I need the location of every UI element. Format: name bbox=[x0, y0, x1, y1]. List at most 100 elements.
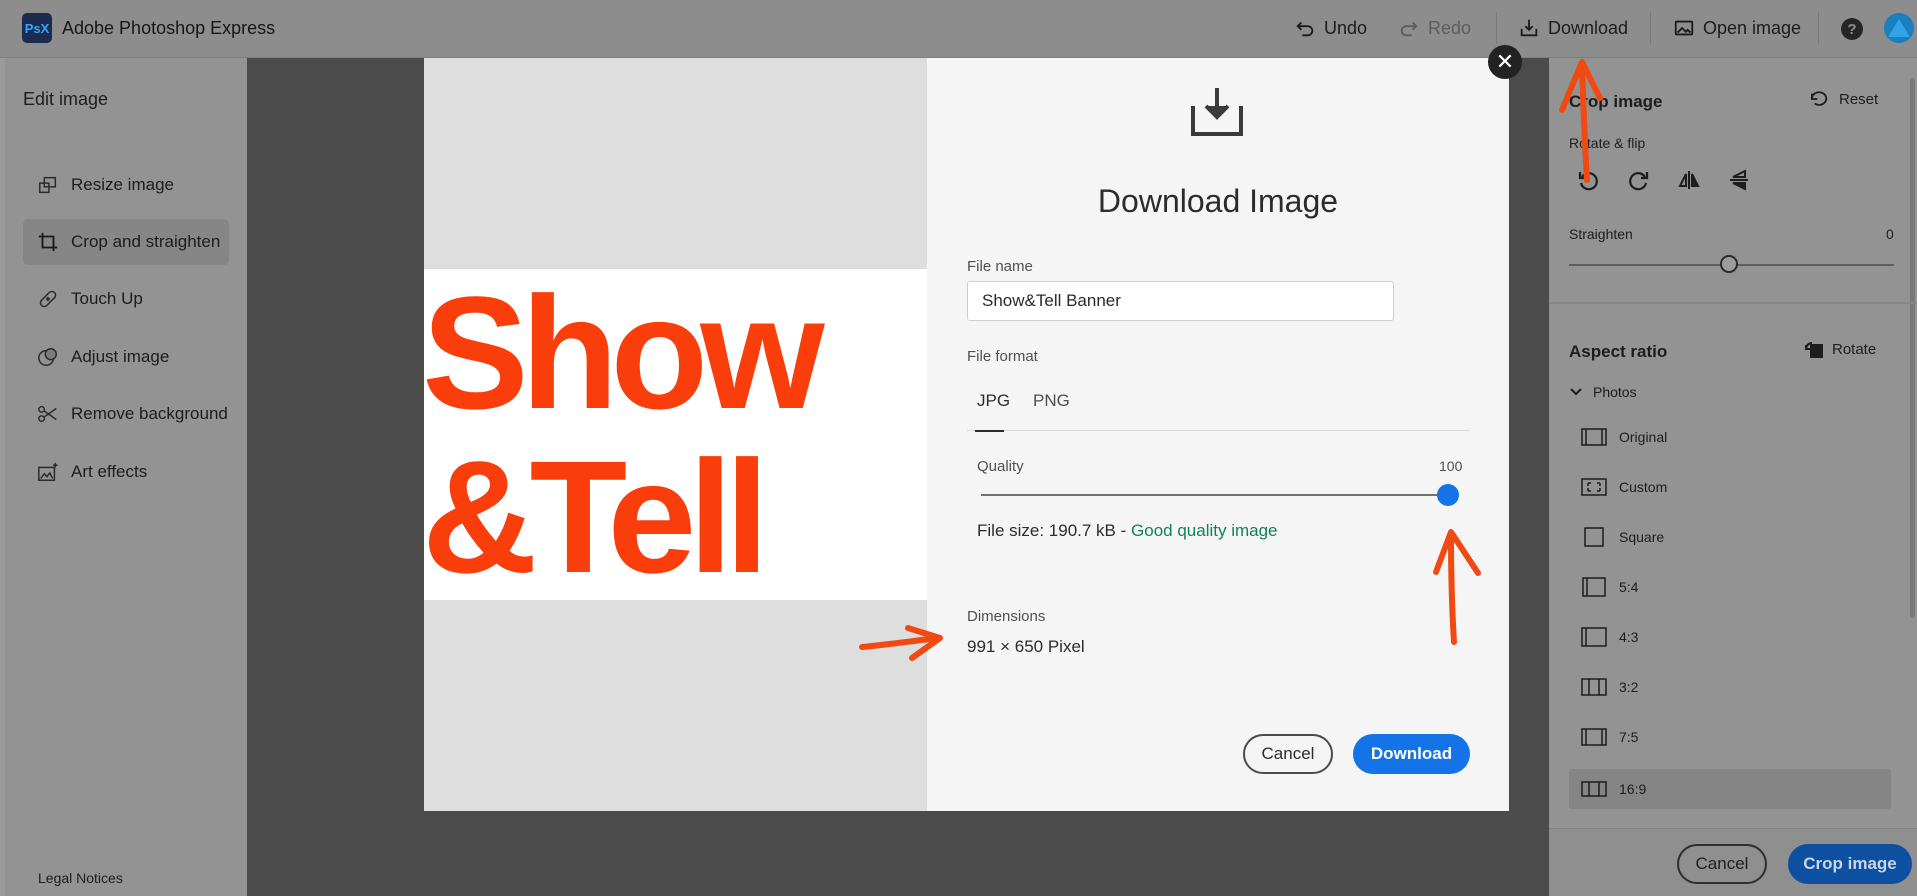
reset-icon bbox=[1810, 91, 1828, 106]
ratio-square-icon bbox=[1584, 527, 1604, 547]
aspect-ratio-3-2[interactable]: 3:2 bbox=[1569, 667, 1891, 707]
aspect-ratio-square[interactable]: Square bbox=[1569, 517, 1891, 557]
aspect-ratio-7-5[interactable]: 7:5 bbox=[1569, 717, 1891, 757]
edit-item-crop[interactable]: Crop and straighten bbox=[23, 219, 229, 265]
straighten-label: Straighten bbox=[1569, 226, 1633, 242]
quality-slider[interactable] bbox=[981, 494, 1450, 496]
art-effects-icon bbox=[38, 462, 58, 481]
help-icon[interactable]: ? bbox=[1841, 18, 1863, 40]
edit-item-label: Touch Up bbox=[71, 289, 143, 308]
ratio-label: Square bbox=[1619, 529, 1665, 545]
edit-item-label: Remove background bbox=[71, 404, 228, 423]
download-dialog: Show &Tell bbox=[424, 58, 1509, 811]
open-image-label: Open image bbox=[1703, 17, 1802, 38]
ratio-5-4-icon bbox=[1582, 577, 1606, 597]
quality-note: Good quality image bbox=[1131, 521, 1278, 540]
quality-slider-thumb[interactable] bbox=[1437, 484, 1459, 506]
top-bar: PsX Adobe Photoshop Express Undo Redo Do… bbox=[0, 0, 1917, 58]
app-logo: PsX bbox=[22, 13, 52, 43]
redo-button[interactable]: Redo bbox=[1398, 16, 1471, 40]
file-name-label: File name bbox=[967, 258, 1033, 275]
reset-button[interactable]: Reset bbox=[1809, 90, 1878, 108]
ratio-7-5-icon bbox=[1581, 728, 1607, 746]
rotate-ratio-button[interactable]: Rotate bbox=[1804, 340, 1876, 358]
banner-text-line1: Show bbox=[424, 269, 825, 442]
crop-cancel-button[interactable]: Cancel bbox=[1677, 844, 1767, 884]
aspect-ratio-16-9[interactable]: 16:9 bbox=[1569, 769, 1891, 809]
ratio-16-9-icon bbox=[1581, 781, 1607, 797]
toolbar-divider bbox=[1496, 12, 1497, 44]
image-icon bbox=[1674, 20, 1694, 36]
rotate-left-icon[interactable] bbox=[1576, 168, 1600, 192]
panel-scrollbar[interactable] bbox=[1910, 78, 1915, 618]
section-divider bbox=[1549, 302, 1917, 304]
open-image-button[interactable]: Open image bbox=[1673, 16, 1801, 40]
redo-label: Redo bbox=[1428, 17, 1472, 38]
flip-horizontal-icon[interactable] bbox=[1677, 168, 1701, 192]
crop-image-button[interactable]: Crop image bbox=[1788, 844, 1912, 884]
dimensions-value: 991 × 650 Pixel bbox=[967, 637, 1085, 656]
aspect-ratio-custom[interactable]: Custom bbox=[1569, 467, 1891, 507]
ratio-label: 4:3 bbox=[1619, 629, 1639, 645]
avatar-icon bbox=[1888, 19, 1910, 37]
aspect-ratio-4-3[interactable]: 4:3 bbox=[1569, 617, 1891, 657]
flip-vertical-icon[interactable] bbox=[1727, 168, 1751, 192]
aspect-ratio-5-4[interactable]: 5:4 bbox=[1569, 567, 1891, 607]
edit-item-art-effects[interactable]: Art effects bbox=[23, 449, 229, 495]
undo-icon bbox=[1296, 21, 1314, 37]
reset-label: Reset bbox=[1839, 90, 1879, 108]
ratio-4-3-icon bbox=[1581, 627, 1607, 647]
format-tab-jpg[interactable]: JPG bbox=[977, 391, 1010, 411]
edit-item-label: Adjust image bbox=[71, 347, 170, 366]
file-name-input[interactable]: Show&Tell Banner bbox=[967, 281, 1394, 321]
edit-item-touch-up[interactable]: Touch Up bbox=[23, 276, 229, 322]
dialog-download-button[interactable]: Download bbox=[1353, 734, 1470, 774]
edit-item-resize[interactable]: Resize image bbox=[23, 162, 229, 208]
straighten-value: 0 bbox=[1886, 226, 1894, 242]
rotate-ratio-icon bbox=[1805, 342, 1823, 358]
dialog-title: Download Image bbox=[1097, 183, 1339, 219]
quality-label: Quality bbox=[977, 458, 1024, 475]
quality-value: 100 bbox=[1439, 458, 1463, 474]
format-tabs-rule bbox=[967, 430, 1470, 431]
ratio-custom-icon bbox=[1581, 478, 1607, 496]
ratio-label: 5:4 bbox=[1619, 579, 1639, 595]
crop-panel-title: Crop image bbox=[1569, 92, 1663, 111]
chevron-down-icon bbox=[1570, 388, 1582, 396]
ratio-label: Original bbox=[1619, 429, 1668, 445]
bandage-icon bbox=[39, 290, 57, 308]
banner-text-line2: &Tell bbox=[424, 427, 769, 600]
dialog-cancel-button[interactable]: Cancel bbox=[1243, 734, 1333, 774]
edit-item-adjust[interactable]: Adjust image bbox=[23, 334, 229, 380]
aspect-ratio-original[interactable]: Original bbox=[1569, 417, 1891, 457]
toolbar-divider bbox=[1650, 12, 1651, 44]
ratio-label: 3:2 bbox=[1619, 679, 1639, 695]
straighten-slider-thumb[interactable] bbox=[1720, 255, 1738, 273]
avatar[interactable] bbox=[1884, 13, 1914, 43]
toolbar-divider bbox=[1818, 12, 1819, 44]
undo-button[interactable]: Undo bbox=[1294, 16, 1367, 40]
file-format-label: File format bbox=[967, 348, 1038, 365]
rotate-right-icon[interactable] bbox=[1627, 168, 1651, 192]
edit-item-label: Art effects bbox=[71, 462, 148, 481]
format-tab-png[interactable]: PNG bbox=[1033, 391, 1070, 411]
close-dialog-button[interactable]: ✕ bbox=[1488, 45, 1522, 79]
ratio-original-icon bbox=[1581, 428, 1607, 446]
photos-group-toggle[interactable]: Photos bbox=[1569, 384, 1637, 400]
legal-notices-link[interactable]: Legal Notices bbox=[38, 870, 123, 886]
download-icon bbox=[1191, 88, 1243, 136]
edit-item-label: Resize image bbox=[71, 175, 174, 194]
file-size-info: File size: 190.7 kB - Good quality image bbox=[977, 521, 1278, 541]
ratio-label: 7:5 bbox=[1619, 729, 1639, 745]
edit-item-remove-background[interactable]: Remove background bbox=[23, 391, 229, 437]
crop-panel: Crop image Reset Rotate & flip Straighte… bbox=[1549, 58, 1917, 896]
dimensions-label: Dimensions bbox=[967, 608, 1046, 625]
edit-panel-title: Edit image bbox=[23, 89, 109, 109]
format-tab-indicator bbox=[975, 430, 1004, 432]
download-toolbar-label: Download bbox=[1548, 17, 1629, 38]
download-icon bbox=[1520, 19, 1538, 37]
ratio-label: 16:9 bbox=[1619, 781, 1647, 797]
file-size-text: File size: 190.7 kB - bbox=[977, 521, 1127, 540]
ratio-3-2-icon bbox=[1581, 678, 1607, 696]
download-toolbar-button[interactable]: Download bbox=[1518, 16, 1628, 40]
